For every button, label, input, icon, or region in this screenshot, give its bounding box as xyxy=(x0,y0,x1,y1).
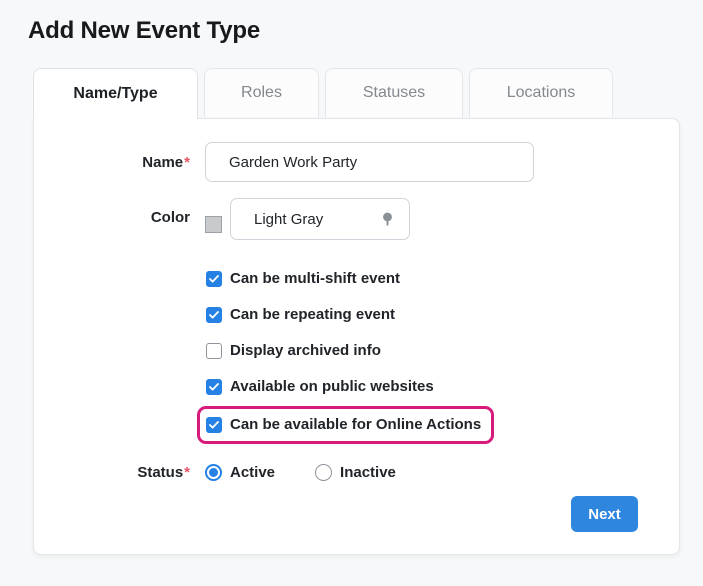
color-label-text: Color xyxy=(150,209,190,226)
name-label: Name* xyxy=(34,154,205,171)
public-websites-checkbox[interactable] xyxy=(206,379,222,395)
checkbox-row-public-websites: Available on public websites xyxy=(206,378,679,396)
repeating-checkbox[interactable] xyxy=(206,307,222,323)
online-actions-checkbox[interactable] xyxy=(206,417,222,433)
status-required-asterisk: * xyxy=(184,464,190,481)
status-inactive-label[interactable]: Inactive xyxy=(340,464,396,481)
color-row: Color Light Gray xyxy=(34,198,679,240)
color-swatch xyxy=(205,216,222,233)
highlight-annotation: Can be available for Online Actions xyxy=(197,406,495,444)
archived-checkbox[interactable] xyxy=(206,343,222,359)
check-icon xyxy=(209,421,219,429)
status-row: Status* Active Inactive xyxy=(34,464,679,481)
status-active-label[interactable]: Active xyxy=(230,464,275,481)
status-label-text: Status xyxy=(137,464,184,481)
radio-dot xyxy=(319,468,328,477)
repeating-label[interactable]: Can be repeating event xyxy=(230,306,395,324)
tab-bar: Name/Type Roles Statuses Locations xyxy=(33,68,703,119)
online-actions-label[interactable]: Can be available for Online Actions xyxy=(230,416,481,434)
multi-shift-checkbox[interactable] xyxy=(206,271,222,287)
check-icon xyxy=(209,311,219,319)
tab-locations[interactable]: Locations xyxy=(469,68,613,117)
name-label-text: Name xyxy=(142,153,184,171)
checkbox-row-repeating: Can be repeating event xyxy=(206,306,679,324)
archived-label[interactable]: Display archived info xyxy=(230,342,381,360)
button-row: Next xyxy=(34,496,679,532)
check-icon xyxy=(209,383,219,391)
multi-shift-label[interactable]: Can be multi-shift event xyxy=(230,270,400,288)
checkbox-group: Can be multi-shift event Can be repeatin… xyxy=(197,270,679,444)
radio-dot xyxy=(209,468,218,477)
color-value: Light Gray xyxy=(254,210,324,228)
checkbox-row-archived: Display archived info xyxy=(206,342,679,360)
status-radio-group: Active Inactive xyxy=(205,464,396,481)
event-type-form-panel: Name* Color Light Gray Can be multi-shif… xyxy=(33,118,680,555)
color-label: Color xyxy=(34,209,205,226)
name-input[interactable] xyxy=(205,142,534,182)
status-active-radio[interactable] xyxy=(205,464,222,481)
public-websites-label[interactable]: Available on public websites xyxy=(230,378,434,396)
check-icon xyxy=(209,275,219,283)
next-button[interactable]: Next xyxy=(571,496,638,532)
color-select[interactable]: Light Gray xyxy=(230,198,410,240)
tab-name-type[interactable]: Name/Type xyxy=(33,68,198,119)
tab-roles[interactable]: Roles xyxy=(204,68,319,117)
page-title: Add New Event Type xyxy=(28,17,260,44)
name-row: Name* xyxy=(34,142,679,182)
tree-icon xyxy=(380,211,395,228)
status-inactive-radio[interactable] xyxy=(315,464,333,481)
checkbox-row-online-actions: Can be available for Online Actions xyxy=(206,416,481,434)
checkbox-row-multi-shift: Can be multi-shift event xyxy=(206,270,679,288)
name-required-asterisk: * xyxy=(184,153,190,171)
tab-statuses[interactable]: Statuses xyxy=(325,68,463,117)
status-label: Status* xyxy=(34,464,205,481)
